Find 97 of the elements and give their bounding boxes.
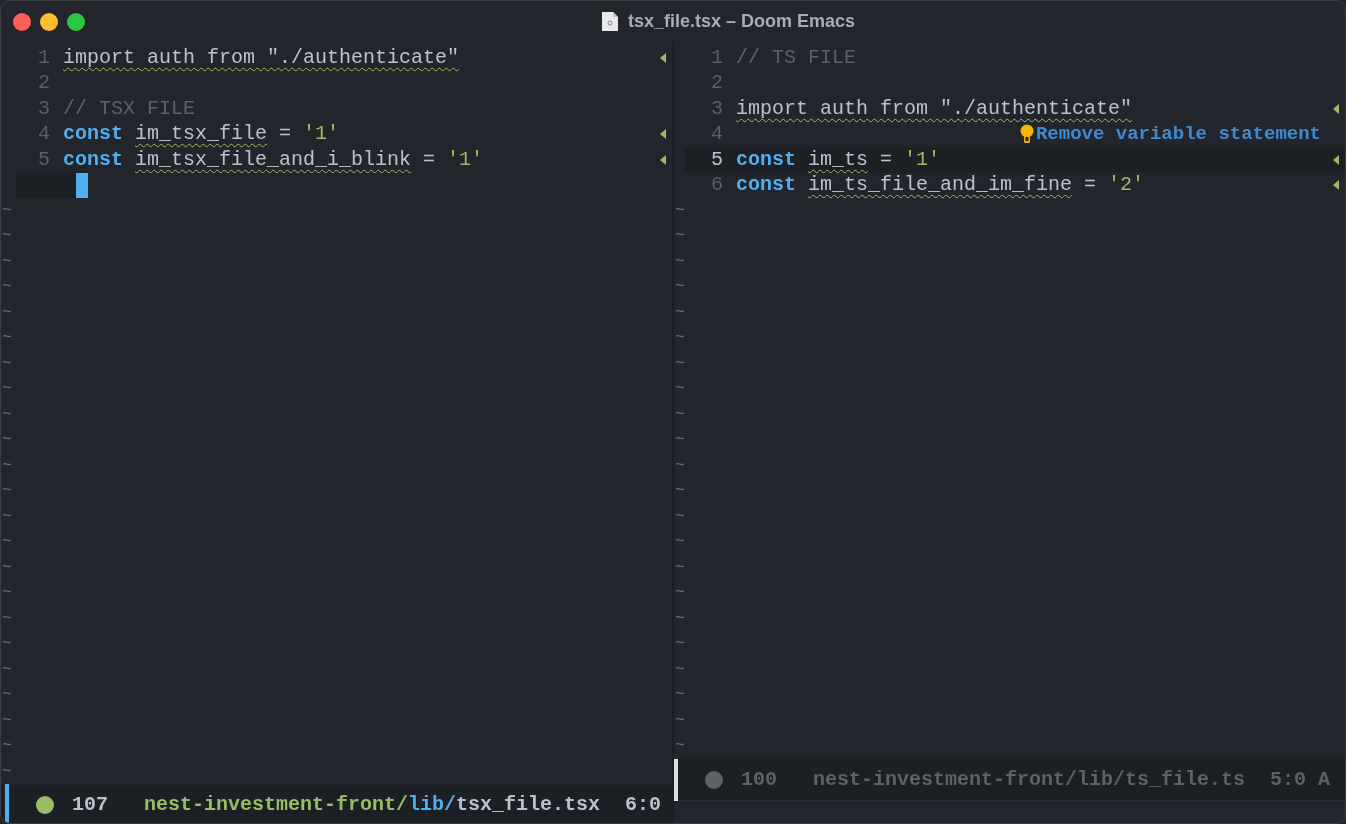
line-number: 2: [38, 70, 50, 97]
empty-line-marker: ~: [675, 430, 685, 452]
empty-line-marker: ~: [675, 532, 685, 554]
empty-line-marker: ~: [675, 710, 685, 732]
minimize-button[interactable]: [40, 13, 58, 31]
line-number: 3: [711, 95, 723, 122]
diagnostic-marker-icon: [1333, 154, 1339, 165]
window-title: tsx_file.tsx – Doom Emacs: [627, 9, 856, 33]
line-number: 4: [38, 121, 50, 148]
empty-line-marker: ~: [675, 634, 685, 656]
empty-line-marker: ~: [675, 608, 685, 630]
code-string: '1': [447, 146, 484, 173]
code-comment: // TS FILE: [736, 44, 857, 71]
empty-line-marker: ~: [2, 226, 12, 248]
buffer-size: 107: [72, 792, 108, 818]
empty-line-marker: ~: [2, 302, 12, 324]
line-number: 6: [711, 172, 723, 199]
code-keyword: const: [63, 121, 123, 148]
empty-line-marker: ~: [2, 634, 12, 656]
line-number: 5: [38, 146, 50, 173]
empty-line-marker: ~: [2, 200, 12, 222]
empty-line-marker: ~: [2, 761, 12, 783]
empty-line-marker: ~: [675, 404, 685, 426]
empty-line-marker: ~: [675, 251, 685, 273]
empty-line-marker: ~: [2, 532, 12, 554]
empty-line-marker: ~: [675, 736, 685, 758]
empty-line-marker: ~: [2, 506, 12, 528]
empty-line-marker: ~: [675, 226, 685, 248]
empty-line-marker: ~: [2, 455, 12, 477]
empty-line-marker: ~: [675, 506, 685, 528]
text-cursor: [76, 172, 88, 198]
empty-line-marker: ~: [2, 430, 12, 452]
line-number: 2: [711, 70, 723, 97]
current-line-highlight: [16, 172, 76, 198]
diagnostic-marker-icon: [1333, 103, 1339, 114]
empty-line-marker: ~: [675, 379, 685, 401]
close-button[interactable]: [13, 13, 31, 31]
lightbulb-icon: [1019, 124, 1034, 145]
code-string: '1': [303, 121, 340, 148]
file-path: nest-investment-front/lib/tsx_file.tsx: [144, 792, 601, 818]
empty-line-marker: ~: [2, 583, 12, 605]
line-number: 5: [711, 146, 723, 173]
file-path: nest-investment-front/lib/ts_file.ts: [813, 766, 1246, 793]
empty-line-marker: ~: [2, 736, 12, 758]
diagnostic-marker-icon: [660, 129, 666, 140]
code-action-hint[interactable]: Remove variable statement: [1035, 120, 1321, 149]
code-text: im_ts_file_and_im_fine: [808, 172, 1073, 199]
empty-line-marker: ~: [675, 659, 685, 681]
empty-line-marker: ~: [675, 328, 685, 350]
buffer-size: 100: [741, 766, 777, 793]
empty-line-marker: ~: [675, 353, 685, 375]
empty-line-marker: ~: [675, 455, 685, 477]
empty-line-marker: ~: [2, 481, 12, 503]
empty-line-marker: ~: [675, 200, 685, 222]
code-text: im_tsx_file_and_i_blink: [135, 146, 412, 173]
code-text: import auth from "./authenticate": [63, 44, 460, 71]
code-keyword: const: [736, 172, 796, 199]
empty-line-marker: ~: [2, 251, 12, 273]
diagnostic-marker-icon: [660, 52, 666, 63]
empty-line-marker: ~: [675, 685, 685, 707]
empty-line-marker: ~: [675, 277, 685, 299]
zoom-button[interactable]: [67, 13, 85, 31]
code-text: =: [423, 146, 436, 173]
empty-line-marker: ~: [2, 379, 12, 401]
code-text: =: [880, 146, 893, 173]
empty-line-marker: ~: [2, 685, 12, 707]
code-string: '2': [1108, 172, 1145, 199]
empty-line-marker: ~: [2, 557, 12, 579]
code-string: '1': [904, 146, 941, 173]
empty-line-marker: ~: [675, 302, 685, 324]
empty-line-marker: ~: [2, 608, 12, 630]
line-number: 1: [711, 44, 723, 71]
empty-line-marker: ~: [2, 710, 12, 732]
empty-line-marker: ~: [675, 557, 685, 579]
code-keyword: const: [736, 146, 796, 173]
cursor-position: 6:0: [625, 792, 662, 818]
line-number: 1: [38, 44, 50, 71]
code-comment: // TSX FILE: [63, 95, 196, 122]
empty-line-marker: ~: [2, 277, 12, 299]
diagnostic-marker-icon: [660, 154, 666, 165]
code-text: import auth from "./authenticate": [736, 95, 1133, 122]
line-number: 4: [711, 121, 723, 148]
empty-line-marker: ~: [675, 481, 685, 503]
diagnostic-marker-icon: [1333, 180, 1339, 191]
cursor-position: 5:0 A: [1270, 766, 1331, 793]
empty-line-marker: ~: [2, 328, 12, 350]
code-keyword: const: [63, 146, 123, 173]
code-text: im_tsx_file: [135, 121, 268, 148]
document-icon: [600, 10, 619, 32]
code-text: =: [1084, 172, 1097, 199]
empty-line-marker: ~: [2, 404, 12, 426]
empty-line-marker: ~: [2, 353, 12, 375]
empty-line-marker: ~: [2, 659, 12, 681]
empty-line-marker: ~: [675, 583, 685, 605]
code-text: im_ts: [808, 146, 869, 173]
line-number: 3: [38, 95, 50, 122]
code-text: =: [279, 121, 292, 148]
